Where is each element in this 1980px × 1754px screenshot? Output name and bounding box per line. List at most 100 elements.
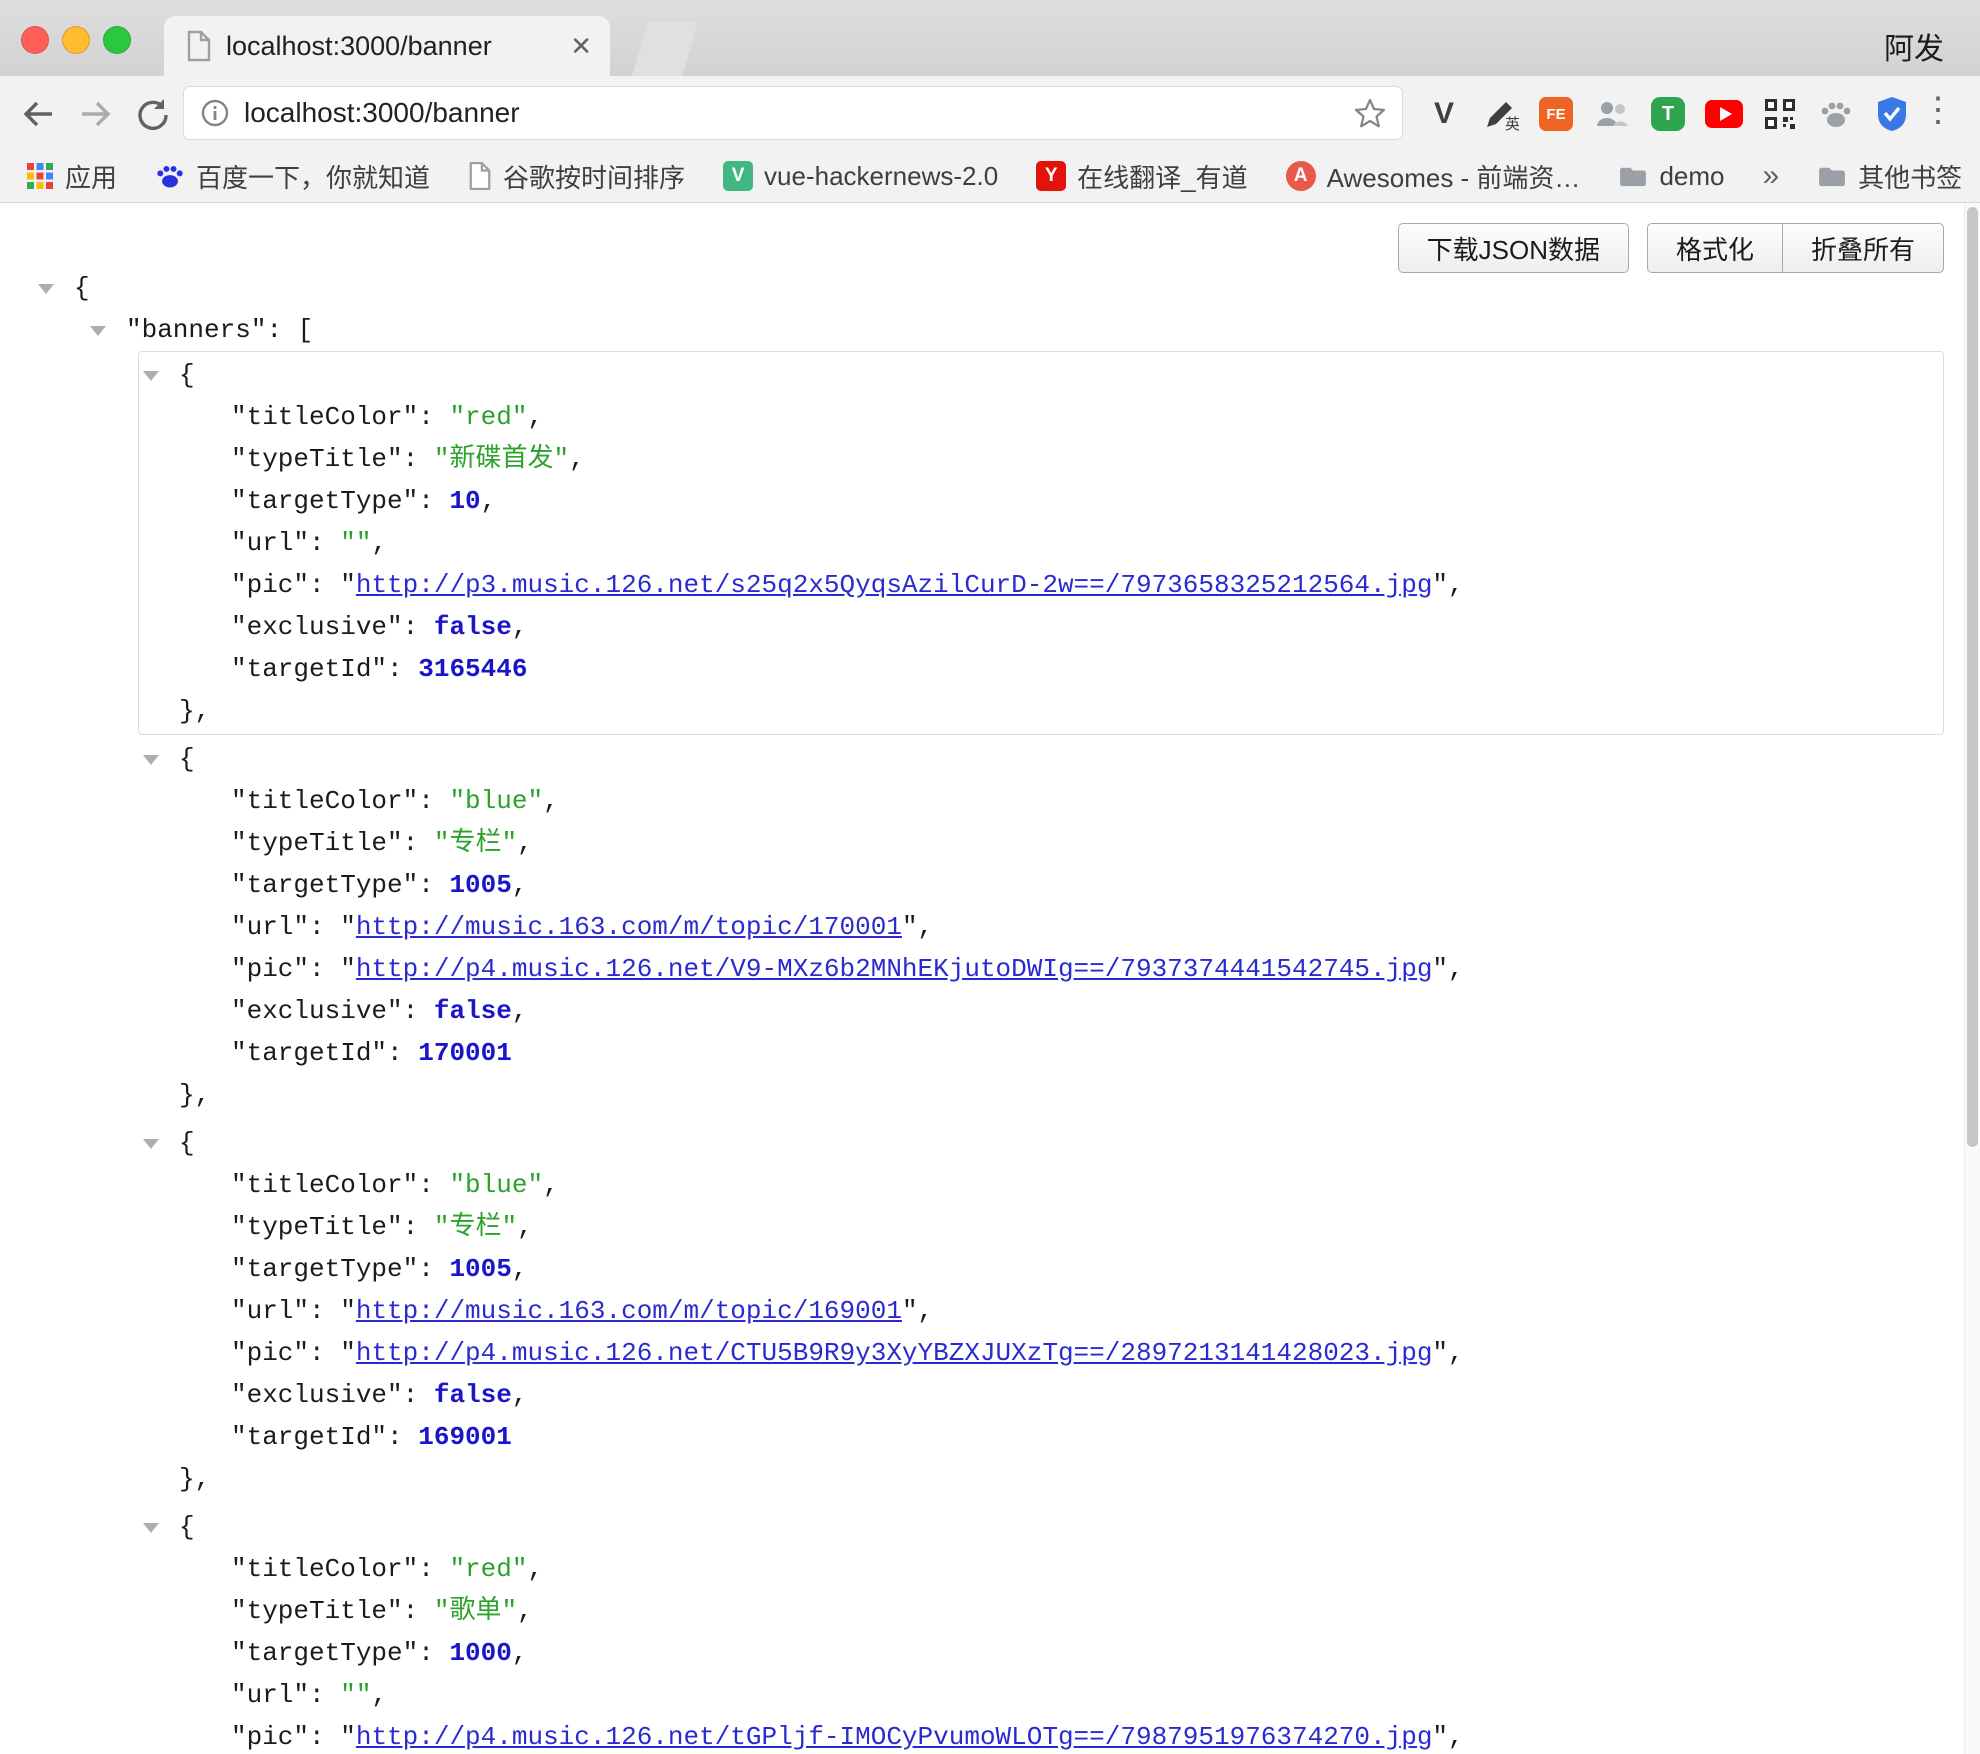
bookmark-label: 应用 [65,158,117,195]
collapse-triangle-icon[interactable] [143,755,159,765]
banner-object-block: {"titleColor": "red","typeTitle": "新碟首发"… [138,351,1944,735]
page-scrollbar[interactable] [1964,203,1980,1754]
folder-icon [1618,164,1648,188]
menu-dots-icon[interactable]: ⋮ [1918,90,1958,130]
json-line: "exclusive": false, [231,990,1943,1032]
json-line: "targetId": 169001 [231,1416,1943,1458]
forward-button[interactable] [76,94,116,134]
json-line: "typeTitle": "歌单", [231,1590,1943,1632]
json-url-link[interactable]: http://p4.music.126.net/V9-MXz6b2MNhEKju… [356,954,1433,984]
forward-arrow-icon [78,97,114,131]
json-line: { [179,354,1943,396]
paw-extension-icon[interactable] [1816,94,1856,134]
tab-strip: localhost:3000/banner ✕ 阿发 [0,0,1980,76]
json-line: "targetType": 10, [231,480,1943,522]
collapse-all-button[interactable]: 折叠所有 [1782,223,1944,273]
fe-extension-icon[interactable]: FE [1536,94,1576,134]
json-url-link[interactable]: http://music.163.com/m/topic/169001 [356,1296,902,1326]
bookmark-label: 谷歌按时间排序 [503,158,685,195]
page-content: 下载JSON数据 格式化 折叠所有 {"banners": [{"titleCo… [0,203,1980,1754]
json-line: "targetType": 1005, [231,864,1943,906]
page-icon [468,161,492,191]
json-line: "url": "", [231,522,1943,564]
tab-title: localhost:3000/banner [226,31,560,62]
json-line: "targetType": 1005, [231,1248,1943,1290]
bookmark-folder-demo[interactable]: demo [1618,161,1724,192]
page-info-icon[interactable] [200,98,230,128]
bookmark-baidu[interactable]: 百度一下，你就知道 [155,158,430,195]
bookmark-google-sort[interactable]: 谷歌按时间排序 [468,158,685,195]
window-close-button[interactable] [21,26,49,54]
address-bar[interactable]: localhost:3000/banner [183,86,1403,140]
json-line: "titleColor": "red", [231,1548,1943,1590]
bookmark-label: vue-hackernews-2.0 [764,161,998,192]
bookmark-star-icon[interactable] [1354,97,1386,129]
banner-object-block: {"titleColor": "red","typeTitle": "歌单", "… [138,1503,1944,1754]
people-extension-icon[interactable] [1592,94,1632,134]
json-url-link[interactable]: http://music.163.com/m/topic/170001 [356,912,902,942]
bookmark-label: 百度一下，你就知道 [196,158,430,195]
format-button[interactable]: 格式化 [1647,223,1783,273]
qr-code-icon[interactable] [1760,94,1800,134]
vue-icon: V [723,161,753,191]
bookmark-youdao-translate[interactable]: Y 在线翻译_有道 [1036,158,1247,195]
svg-text:英: 英 [1505,115,1519,133]
new-tab-button[interactable] [632,22,698,76]
json-line: { [74,267,1944,309]
json-line: "pic": "http://p3.music.126.net/s25q2x5Q… [231,564,1943,606]
json-line: { [179,738,1943,780]
green-shield-extension-icon[interactable]: T [1648,94,1688,134]
window-zoom-button[interactable] [103,26,131,54]
v-extension-icon[interactable]: V [1424,94,1464,134]
bookmarks-overflow-chevron[interactable]: » [1762,159,1779,193]
json-url-link[interactable]: http://p3.music.126.net/s25q2x5QyqsAzilC… [356,570,1433,600]
json-line: "exclusive": false, [231,1374,1943,1416]
banner-object-block: {"titleColor": "blue","typeTitle": "专栏",… [138,735,1944,1119]
json-line: "pic": "http://p4.music.126.net/tGPljf-I… [231,1716,1943,1754]
back-arrow-icon [20,97,56,131]
collapse-triangle-icon[interactable] [90,326,106,336]
collapse-triangle-icon[interactable] [143,371,159,381]
youdao-icon: Y [1036,161,1066,191]
json-toolbar: 下载JSON数据 格式化 折叠所有 [1398,223,1944,273]
translate-pen-icon[interactable]: 英 [1480,94,1520,134]
youtube-icon[interactable] [1704,94,1744,134]
browser-toolbar: localhost:3000/banner V 英 FE T [0,76,1980,150]
back-button[interactable] [18,94,58,134]
json-line: "typeTitle": "新碟首发", [231,438,1943,480]
json-line: "url": "", [231,1674,1943,1716]
profile-name: 阿发 [1884,24,1944,68]
bookmark-folder-other[interactable]: 其他书签 [1817,158,1962,195]
bookmark-vue-hackernews[interactable]: V vue-hackernews-2.0 [723,161,998,192]
browser-tab[interactable]: localhost:3000/banner ✕ [164,16,610,76]
collapse-triangle-icon[interactable] [143,1523,159,1533]
bookmark-label: Awesomes - 前端资… [1327,158,1581,195]
json-url-link[interactable]: http://p4.music.126.net/tGPljf-IMOCyPvum… [356,1722,1433,1752]
url-text[interactable]: localhost:3000/banner [244,97,1354,129]
tab-close-icon[interactable]: ✕ [570,31,592,62]
apps-grid-icon [26,162,54,190]
bookmark-apps[interactable]: 应用 [26,158,117,195]
blue-shield-check-icon[interactable] [1872,94,1912,134]
collapse-triangle-icon[interactable] [38,284,54,294]
json-url-link[interactable]: http://p4.music.126.net/CTU5B9R9y3XyYBZX… [356,1338,1433,1368]
bookmark-awesomes[interactable]: A Awesomes - 前端资… [1286,158,1581,195]
json-line: { [179,1506,1943,1548]
bookmark-label: demo [1659,161,1724,192]
json-line: "pic": "http://p4.music.126.net/CTU5B9R9… [231,1332,1943,1374]
json-line: }, [179,1074,1943,1116]
collapse-triangle-icon[interactable] [143,1139,159,1149]
download-json-button[interactable]: 下载JSON数据 [1398,223,1629,273]
window-minimize-button[interactable] [62,26,90,54]
json-line: "pic": "http://p4.music.126.net/V9-MXz6b… [231,948,1943,990]
json-tree: {"banners": [{"titleColor": "red","typeT… [0,203,1980,1754]
json-line: "titleColor": "blue", [231,1164,1943,1206]
json-line: "banners": [ [126,309,1944,351]
bookmarks-bar: 应用 百度一下，你就知道 谷歌按时间排序 V vue-hackernews-2.… [0,150,1980,203]
reload-button[interactable] [132,94,172,134]
scrollbar-thumb[interactable] [1967,207,1978,1147]
json-line: "url": "http://music.163.com/m/topic/169… [231,1290,1943,1332]
json-line: "titleColor": "blue", [231,780,1943,822]
json-line: { [179,1122,1943,1164]
json-line: "targetId": 3165446 [231,648,1943,690]
